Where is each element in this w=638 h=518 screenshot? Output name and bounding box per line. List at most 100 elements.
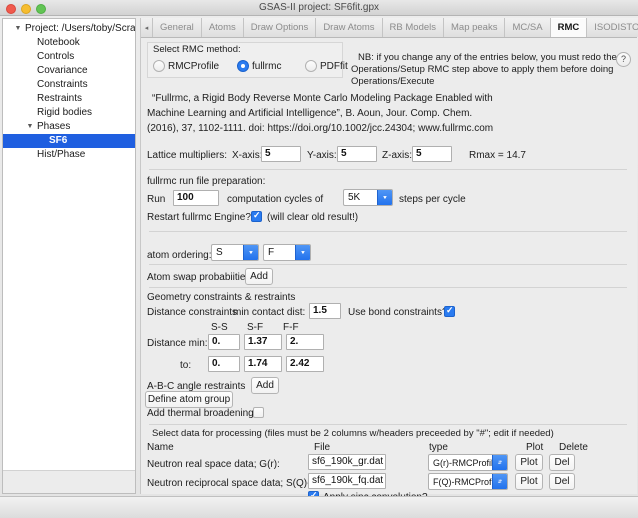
lattice-y-input[interactable]: 5 <box>337 146 377 162</box>
citation-line-1: “Fullrmc, a Rigid Body Reverse Monte Car… <box>152 93 493 104</box>
tree-item-covariance[interactable]: Covariance <box>3 64 135 78</box>
distance-min-ff-input[interactable]: 2. <box>286 334 324 350</box>
tab-map-peaks[interactable]: Map peaks <box>444 18 506 37</box>
tab-isodistort[interactable]: ISODISTORT <box>587 18 638 37</box>
atom-swap-add-button[interactable]: Add <box>245 268 273 285</box>
chevron-updown-icon[interactable]: ⇵ <box>492 455 507 470</box>
project-tree-panel: ▼ Project: /Users/toby/Scratch, Notebook… <box>2 18 136 494</box>
distance-min-sf-input[interactable]: 1.37 <box>244 334 282 350</box>
tree-item-hist-phase[interactable]: Hist/Phase <box>3 148 135 162</box>
chevron-down-icon[interactable]: ▼ <box>25 120 35 134</box>
row-plot-button[interactable]: Plot <box>515 454 543 471</box>
row-type-dropdown[interactable]: G(r)-RMCProfile ⇵ <box>428 454 508 471</box>
atom-ordering-first-dropdown[interactable]: S ▼ <box>211 244 259 261</box>
tab-rb-models[interactable]: RB Models <box>382 18 444 37</box>
atom-ordering-second-value: F <box>268 247 275 258</box>
col-header-name: Name <box>147 442 174 453</box>
window-titlebar: GSAS-II project: SF6fit.gpx <box>0 0 638 16</box>
steps-per-cycle-dropdown[interactable]: 5K ▼ <box>343 189 393 206</box>
tab-draw-atoms[interactable]: Draw Atoms <box>316 18 383 37</box>
geometry-heading: Geometry constraints & restraints <box>147 292 296 303</box>
tree-item-label: Hist/Phase <box>37 149 86 160</box>
col-header-file: File <box>314 442 331 453</box>
tree-item-controls[interactable]: Controls <box>3 50 135 64</box>
rmc-content: Select RMC method: RMCProfile fullrmc PD… <box>141 38 637 518</box>
tab-scroll-left-icon[interactable]: ◂ <box>141 18 153 37</box>
run-cycles-input[interactable]: 100 <box>173 190 219 206</box>
tree-item-label: Restraints <box>37 93 83 104</box>
divider-4 <box>149 287 627 288</box>
radio-rmcprofile[interactable] <box>153 60 165 72</box>
tab-rmc[interactable]: RMC <box>550 18 588 37</box>
tree-item-constraints[interactable]: Constraints <box>3 78 135 92</box>
application-window: GSAS-II project: SF6fit.gpx ▼ Project: /… <box>0 0 638 518</box>
tree-item-label: Controls <box>37 51 75 62</box>
define-atom-group-button[interactable]: Define atom group <box>145 391 233 408</box>
citation-line-3: (2016), 37, 1102-1111. doi: https://doi.… <box>147 123 494 134</box>
chevron-down-icon[interactable]: ▼ <box>243 245 258 260</box>
project-tree: ▼ Project: /Users/toby/Scratch, Notebook… <box>3 19 135 162</box>
lattice-z-input[interactable]: 5 <box>412 146 452 162</box>
angle-restraints-add-button[interactable]: Add <box>251 377 279 394</box>
lattice-y-label: Y-axis: <box>307 150 337 161</box>
rmax-value: Rmax = 14.7 <box>469 150 526 161</box>
tree-item-restraints[interactable]: Restraints <box>3 92 135 106</box>
atom-swap-caption: Atom swap probabiities: <box>147 272 254 283</box>
row-name: Neutron real space data; G(r): <box>147 459 280 470</box>
radio-rmcprofile-label: RMCProfile <box>168 61 220 72</box>
tree-item-phases[interactable]: ▼ Phases <box>3 120 135 134</box>
help-button[interactable]: ? <box>616 52 631 67</box>
lattice-x-input[interactable]: 5 <box>261 146 301 162</box>
tree-item-notebook[interactable]: Notebook <box>3 36 135 50</box>
distance-to-sf-input[interactable]: 1.74 <box>244 356 282 372</box>
row-type-dropdown[interactable]: F(Q)-RMCProfile ⇵ <box>428 473 508 490</box>
tree-item-project[interactable]: ▼ Project: /Users/toby/Scratch, <box>3 22 135 36</box>
radio-fullrmc-label: fullrmc <box>252 61 282 72</box>
chevron-down-icon[interactable]: ▼ <box>377 190 392 205</box>
atom-ordering-second-dropdown[interactable]: F ▼ <box>263 244 311 261</box>
chevron-updown-icon[interactable]: ⇵ <box>492 474 507 489</box>
restart-engine-note: (will clear old result!) <box>267 212 359 223</box>
note-line-1: NB: if you change any of the entries bel… <box>358 52 617 63</box>
tree-item-label: Covariance <box>37 65 88 76</box>
restart-engine-checkbox[interactable] <box>251 210 262 222</box>
tab-atoms[interactable]: Atoms <box>201 18 244 37</box>
pair-header-ff: F-F <box>283 322 299 333</box>
thermal-broadening-checkbox[interactable] <box>253 407 264 418</box>
row-del-button[interactable]: Del <box>549 473 575 490</box>
min-contact-input[interactable]: 1.5 <box>309 303 341 319</box>
row-plot-button[interactable]: Plot <box>515 473 543 490</box>
row-file-input[interactable]: sf6_190k_fq.dat <box>308 473 386 489</box>
use-bond-constraints-checkbox[interactable] <box>444 305 455 317</box>
divider-3 <box>149 264 627 265</box>
distance-min-ss-input[interactable]: 0. <box>208 334 240 350</box>
distance-to-label: to: <box>180 360 192 371</box>
citation-line-2: Machine Learning and Artificial Intellig… <box>147 108 473 119</box>
note-line-2: Operations/Setup RMC step above to apply… <box>351 64 614 75</box>
tab-general[interactable]: General <box>153 18 202 37</box>
tree-item-label: Project: /Users/toby/Scratch, <box>25 23 135 34</box>
cycles-label: computation cycles of <box>227 194 324 205</box>
row-type-value: F(Q)-RMCProfile <box>433 477 501 487</box>
chevron-down-icon[interactable]: ▼ <box>295 245 310 260</box>
tab-draw-options[interactable]: Draw Options <box>243 18 317 37</box>
distance-to-ss-input[interactable]: 0. <box>208 356 240 372</box>
tree-item-rigid-bodies[interactable]: Rigid bodies <box>3 106 135 120</box>
note-line-3: Operations/Execute <box>351 76 435 87</box>
tree-item-sf6[interactable]: SF6 <box>3 134 135 148</box>
row-file-input[interactable]: sf6_190k_gr.dat <box>308 454 386 470</box>
divider-1 <box>149 169 627 170</box>
radio-fullrmc[interactable] <box>237 60 249 72</box>
steps-per-cycle-value: 5K <box>348 192 361 203</box>
distance-to-ff-input[interactable]: 2.42 <box>286 356 324 372</box>
tree-item-label: Rigid bodies <box>37 107 93 118</box>
runfile-caption: fullrmc run file preparation: <box>147 176 266 187</box>
tree-item-label: SF6 <box>49 135 68 146</box>
chevron-down-icon[interactable]: ▼ <box>13 22 23 36</box>
row-del-button[interactable]: Del <box>549 454 575 471</box>
lattice-z-label: Z-axis: <box>382 150 412 161</box>
tab-mc-sa[interactable]: MC/SA <box>505 18 551 37</box>
radio-pdffit[interactable] <box>305 60 317 72</box>
thermal-broadening-label: Add thermal broadening? <box>147 408 260 419</box>
tree-item-label: Notebook <box>37 37 80 48</box>
